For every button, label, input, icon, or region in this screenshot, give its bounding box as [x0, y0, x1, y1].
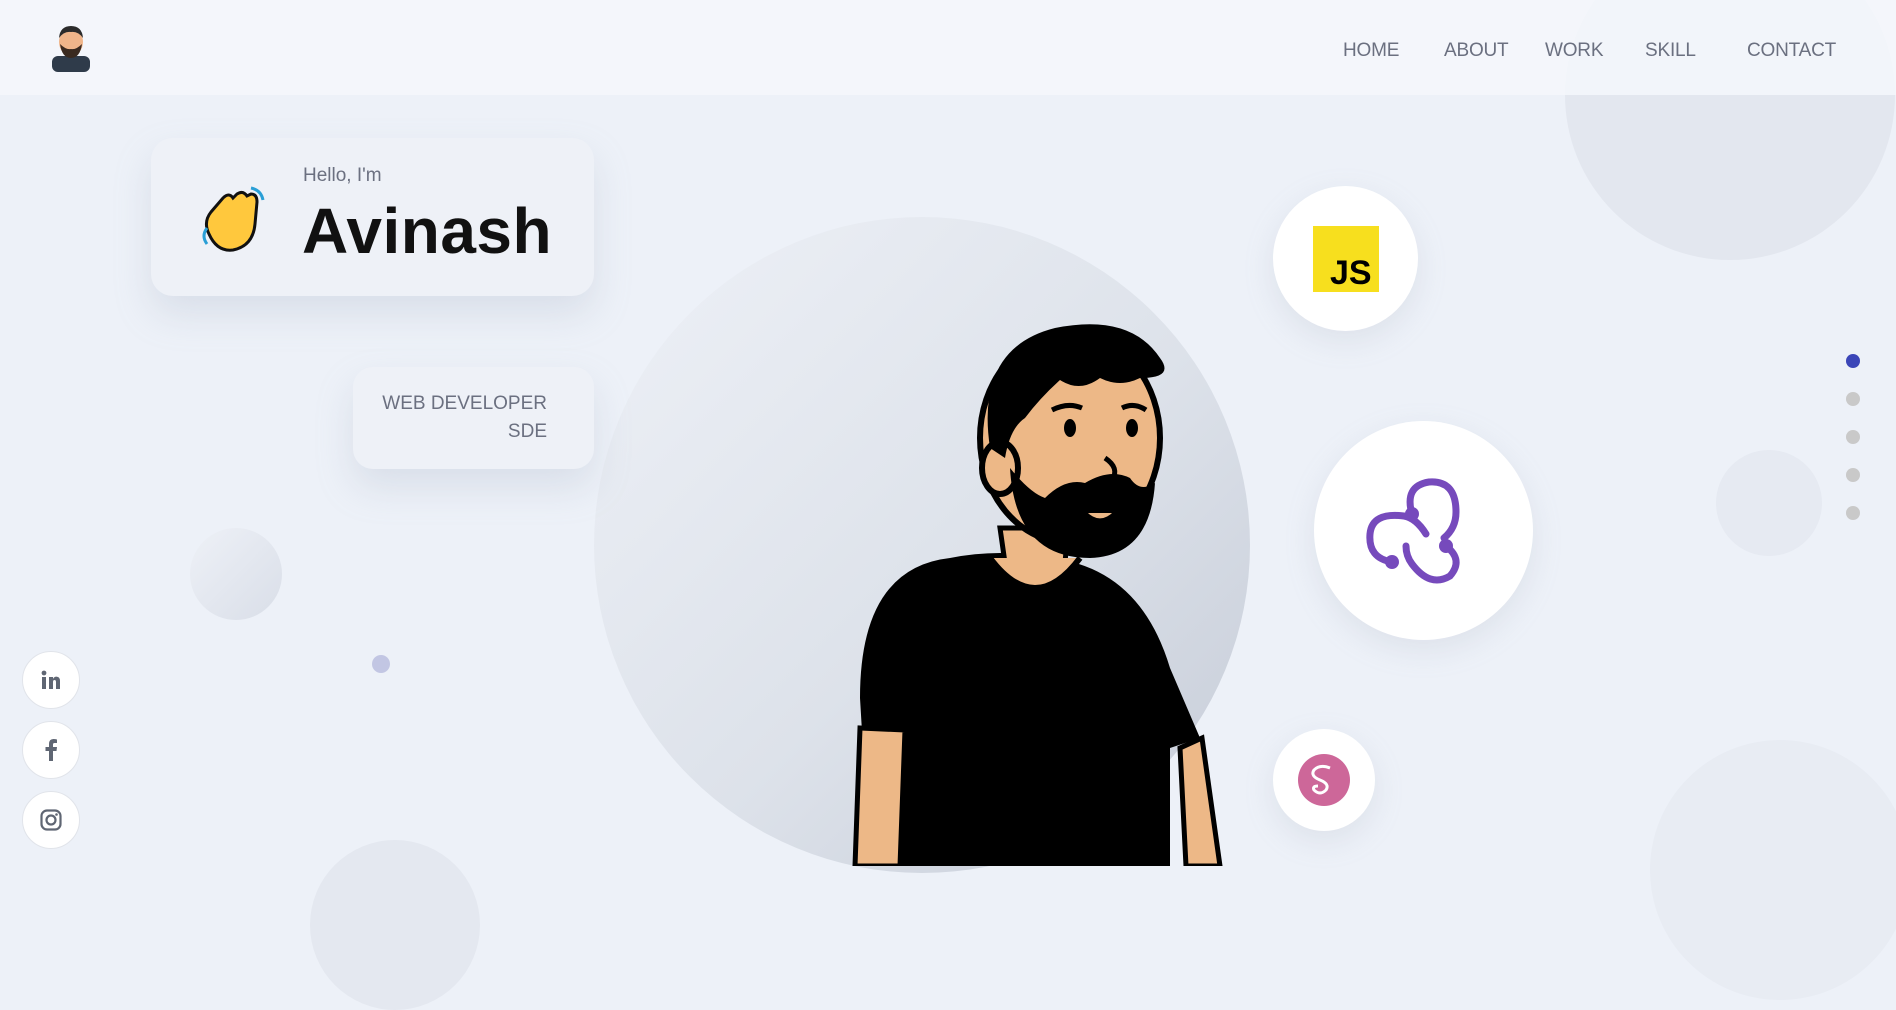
hero-name: Avinash [302, 195, 553, 267]
background-blob [190, 528, 282, 620]
greeting-text: Hello, I'm [303, 165, 382, 186]
sass-icon [1298, 754, 1350, 806]
role-line: SDE [507, 421, 547, 442]
linkedin-icon [41, 670, 60, 689]
instagram-icon [40, 809, 62, 831]
nav-contact[interactable]: CONTACT [1747, 40, 1836, 62]
role-line: WEB DEVELOPER [382, 393, 547, 414]
instagram-button[interactable] [22, 791, 80, 849]
nav-skill[interactable]: SKILL [1645, 40, 1696, 62]
skill-badge-sass [1273, 729, 1375, 831]
javascript-icon: JS [1313, 226, 1379, 292]
page-indicator-dot-1[interactable] [1846, 354, 1860, 368]
page-indicator-dot-3[interactable] [1846, 430, 1860, 444]
greeting-card: Hello, I'm Avinash [151, 138, 594, 296]
waving-hand-icon [202, 186, 265, 252]
background-blob [1650, 740, 1896, 1000]
nav-about[interactable]: ABOUT [1444, 40, 1509, 62]
nav-work[interactable]: WORK [1545, 40, 1604, 62]
page-indicator-dot-2[interactable] [1846, 392, 1860, 406]
redux-icon [1366, 478, 1460, 584]
skill-badge-redux [1314, 421, 1533, 640]
role-card: WEB DEVELOPER SDE [353, 367, 594, 469]
skill-badge-js: JS [1273, 186, 1418, 331]
linkedin-button[interactable] [22, 651, 80, 709]
background-blob [1716, 450, 1822, 556]
page-indicator-dot-5[interactable] [1846, 506, 1860, 520]
avatar-illustration [852, 324, 1223, 866]
nav-home[interactable]: HOME [1343, 40, 1399, 62]
facebook-button[interactable] [22, 721, 80, 779]
top-header: HOME ABOUT WORK SKILL CONTACT [0, 0, 1896, 95]
background-dot [372, 655, 390, 673]
page-indicator-dot-4[interactable] [1846, 468, 1860, 482]
main-nav: HOME ABOUT WORK SKILL CONTACT [0, 40, 1896, 64]
facebook-icon [45, 739, 57, 761]
svg-text:JS: JS [1330, 254, 1372, 292]
